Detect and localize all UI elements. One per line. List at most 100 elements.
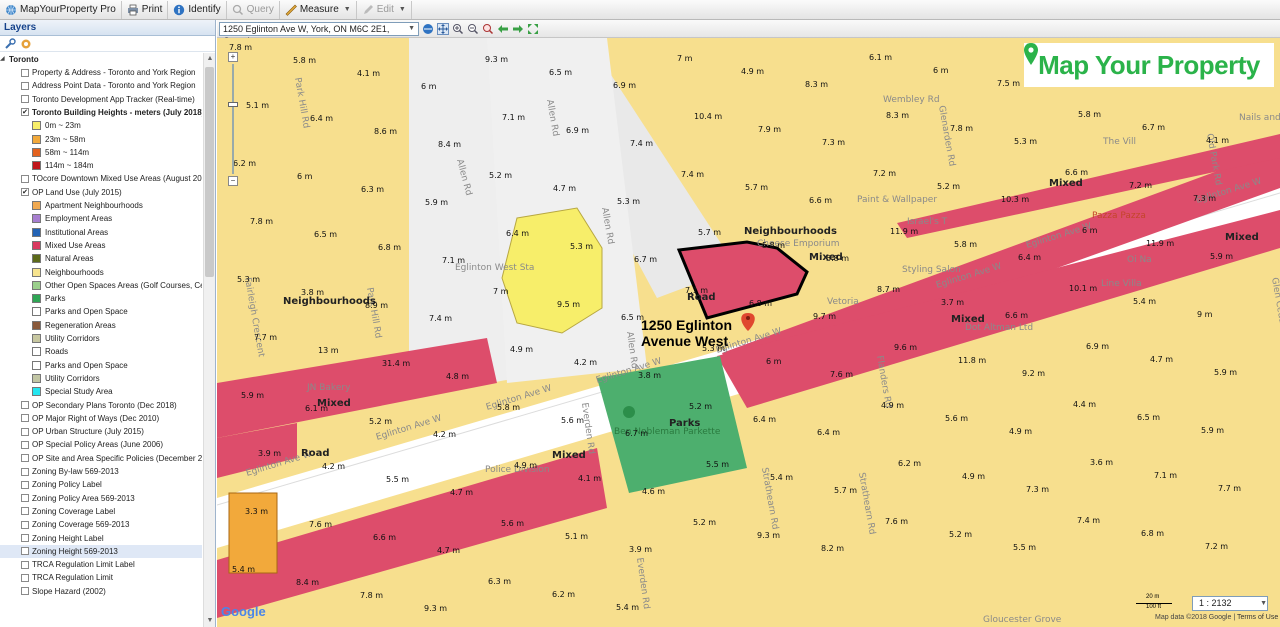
layer-item[interactable]: Property & Address - Toronto and York Re…	[0, 66, 202, 79]
zoom-slider-thumb[interactable]	[228, 102, 238, 107]
layer-item[interactable]: Zoning Coverage 569-2013	[0, 518, 202, 531]
scroll-down-icon[interactable]: ▼	[205, 616, 215, 626]
wrench-icon[interactable]	[4, 38, 16, 50]
layer-item[interactable]: Zoning Height Label	[0, 532, 202, 545]
settings-icon[interactable]	[20, 38, 32, 50]
layer-item[interactable]: OP Major Right of Ways (Dec 2010)	[0, 412, 202, 425]
zoom-slider-track[interactable]	[232, 64, 234, 174]
building-height-label: 4.9 m	[962, 472, 985, 481]
layer-checkbox[interactable]	[21, 480, 29, 489]
layer-checkbox[interactable]	[21, 440, 29, 449]
expand-triangle-icon[interactable]: ◢	[0, 53, 7, 66]
building-height-label: 7.1 m	[442, 256, 465, 265]
identify-button[interactable]: Identify	[168, 0, 227, 19]
layer-checkbox[interactable]	[21, 81, 29, 90]
poi-village: The Vill	[1102, 137, 1136, 147]
layer-item[interactable]: OP Urban Structure (July 2015)	[0, 425, 202, 438]
chevron-down-icon[interactable]: ▼	[1260, 597, 1267, 610]
layer-checkbox[interactable]	[21, 68, 29, 77]
building-height-label: 4.9 m	[514, 461, 537, 470]
terms-link[interactable]: Terms of Use	[1237, 614, 1278, 621]
layer-checkbox[interactable]	[21, 467, 29, 476]
building-height-label: 5.9 m	[1210, 252, 1233, 261]
print-button[interactable]: Print	[122, 0, 169, 19]
layer-item[interactable]: TOcore Downtown Mixed Use Areas (August …	[0, 172, 202, 185]
layer-item[interactable]: Toronto Development App Tracker (Real-ti…	[0, 93, 202, 106]
subject-line-2: Avenue West	[641, 333, 729, 349]
layer-checkbox[interactable]: ✔	[21, 188, 29, 197]
map-canvas[interactable]: Allen Rd Allen Rd Allen Rd Allen Rd Egli…	[217, 38, 1280, 627]
layer-checkbox[interactable]	[21, 547, 29, 556]
edit-button[interactable]: Edit ▼	[357, 0, 412, 19]
layer-checkbox[interactable]	[21, 401, 29, 409]
full-extent-icon[interactable]	[422, 23, 434, 35]
building-height-label: 5.8 m	[762, 241, 785, 250]
layer-item[interactable]: OP Secondary Plans Toronto (Dec 2018)	[0, 399, 202, 412]
zoom-in-button[interactable]: +	[228, 52, 238, 62]
layer-item[interactable]: Slope Hazard (2002)	[0, 585, 202, 598]
layer-item[interactable]: Zoning By-law 569-2013	[0, 465, 202, 478]
layer-label: Zoning Policy Label	[32, 480, 102, 490]
layer-checkbox[interactable]	[21, 507, 29, 516]
layer-item[interactable]: TRCA Regulation Limit	[0, 571, 202, 584]
scroll-thumb[interactable]	[205, 67, 214, 277]
layer-checkbox[interactable]	[21, 95, 29, 104]
layer-checkbox[interactable]	[21, 520, 29, 529]
scale-ratio-select[interactable]: 1 : 2132 ▼	[1192, 596, 1268, 611]
address-search-input[interactable]: 1250 Eglinton Ave W, York, ON M6C 2E1, C…	[219, 21, 419, 46]
zoom-in-icon[interactable]	[452, 23, 464, 35]
layers-scrollbar[interactable]: ▲ ▼	[203, 53, 215, 627]
building-height-label: 8.7 m	[877, 285, 900, 294]
layer-item[interactable]: OP Special Policy Areas (June 2006)	[0, 438, 202, 451]
layer-checkbox[interactable]	[21, 587, 29, 596]
fullscreen-icon[interactable]	[527, 23, 539, 35]
query-icon	[232, 4, 243, 15]
legend-item: Parks	[0, 292, 202, 305]
query-label: Query	[246, 4, 274, 15]
layer-checkbox[interactable]	[21, 534, 29, 542]
measure-button[interactable]: Measure ▼	[280, 0, 357, 19]
layer-item[interactable]: Zoning Policy Area 569-2013	[0, 492, 202, 505]
layers-panel: Layers ◢ Toronto Property & Address - To…	[0, 20, 216, 627]
layer-checkbox[interactable]	[21, 494, 29, 503]
layer-checkbox[interactable]	[21, 573, 29, 582]
zoom-out-icon[interactable]	[467, 23, 479, 35]
chevron-down-icon[interactable]: ▼	[408, 23, 415, 35]
layer-label: Address Point Data - Toronto and York Re…	[32, 81, 196, 91]
building-height-label: 6.3 m	[488, 577, 511, 586]
layer-checkbox[interactable]	[21, 414, 29, 423]
query-button[interactable]: Query	[227, 0, 280, 19]
layer-item[interactable]: OP Site and Area Specific Policies (Dece…	[0, 452, 202, 465]
building-height-label: 6.6 m	[373, 533, 396, 542]
layer-checkbox[interactable]	[21, 427, 29, 436]
layer-checkbox[interactable]: ✔	[21, 108, 29, 117]
back-arrow-icon[interactable]	[497, 23, 509, 35]
zone-label-neighbourhoods-1: Neighbourhoods	[744, 226, 837, 237]
forward-arrow-icon[interactable]	[512, 23, 524, 35]
layer-tree: ◢ Toronto Property & Address - Toronto a…	[0, 53, 202, 627]
building-height-label: 7.4 m	[630, 139, 653, 148]
layer-checkbox[interactable]	[21, 454, 29, 463]
building-height-label: 7.3 m	[822, 138, 845, 147]
zoom-out-button[interactable]: −	[228, 176, 238, 186]
building-height-label: 4.6 m	[642, 487, 665, 496]
scroll-up-icon[interactable]: ▲	[205, 54, 215, 64]
layer-item[interactable]: Address Point Data - Toronto and York Re…	[0, 79, 202, 92]
pan-icon[interactable]	[437, 22, 449, 35]
zone-label-neighbourhoods-2: Neighbourhoods	[283, 296, 376, 307]
building-height-label: 3.9 m	[258, 449, 281, 458]
legend-item: Neighbourhoods	[0, 266, 202, 279]
zoom-previous-icon[interactable]	[482, 23, 494, 35]
map-pin-logo-icon	[1024, 43, 1038, 65]
layer-checkbox[interactable]	[21, 174, 29, 183]
layer-item[interactable]: Zoning Height 569-2013	[0, 544, 202, 558]
tree-root-toronto[interactable]: ◢ Toronto	[0, 53, 202, 66]
building-height-label: 7 m	[677, 54, 693, 63]
layer-item[interactable]: ✔ Toronto Building Heights - meters (July…	[0, 106, 202, 119]
building-height-label: 7 m	[493, 287, 509, 296]
layer-checkbox[interactable]	[21, 560, 29, 569]
layer-item[interactable]: ✔ OP Land Use (July 2015)	[0, 186, 202, 199]
layer-item[interactable]: Zoning Coverage Label	[0, 505, 202, 518]
layer-item[interactable]: Zoning Policy Label	[0, 478, 202, 491]
layer-item[interactable]: TRCA Regulation Limit Label	[0, 558, 202, 571]
